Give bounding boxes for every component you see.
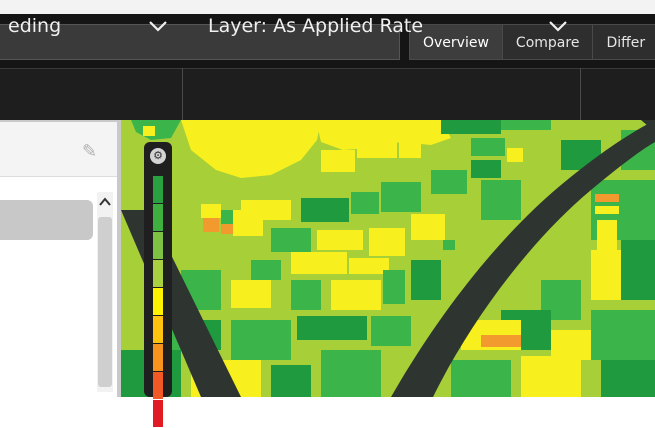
legend-swatch xyxy=(153,400,163,427)
selector-divider xyxy=(580,68,581,120)
legend-swatch xyxy=(153,260,163,287)
tab-differ[interactable]: Differ xyxy=(592,24,655,60)
chevron-down-icon[interactable] xyxy=(147,0,169,52)
legend-settings-icon[interactable]: ⚙ xyxy=(150,148,166,164)
as-applied-rate-map xyxy=(121,120,655,397)
field-map[interactable] xyxy=(121,120,655,397)
operation-select[interactable]: eding xyxy=(8,0,61,52)
legend-swatch xyxy=(153,232,163,259)
panel-header: ✎ xyxy=(0,122,117,177)
legend-swatch xyxy=(153,176,163,203)
legend-swatch xyxy=(153,372,163,399)
tab-overview[interactable]: Overview xyxy=(409,24,503,60)
legend-swatch xyxy=(153,316,163,343)
legend-swatch xyxy=(153,344,163,371)
layer-select[interactable]: Layer: As Applied Rate xyxy=(208,0,423,52)
legend-swatch xyxy=(153,288,163,315)
rate-legend: ⚙ xyxy=(144,142,172,427)
left-panel: ✎ xyxy=(0,120,121,397)
chevron-up-icon[interactable] xyxy=(97,192,113,212)
legend-swatch xyxy=(153,204,163,231)
pencil-icon[interactable]: ✎ xyxy=(82,141,97,162)
scrollbar-thumb[interactable] xyxy=(98,217,112,387)
list-item[interactable] xyxy=(0,200,93,240)
legend-swatches xyxy=(153,176,163,428)
chevron-down-icon[interactable] xyxy=(547,0,569,52)
selector-divider xyxy=(182,68,183,120)
left-panel-content: ✎ xyxy=(0,122,117,397)
selector-bar xyxy=(0,68,655,120)
view-tabs: Overview Compare Differ xyxy=(409,24,655,60)
